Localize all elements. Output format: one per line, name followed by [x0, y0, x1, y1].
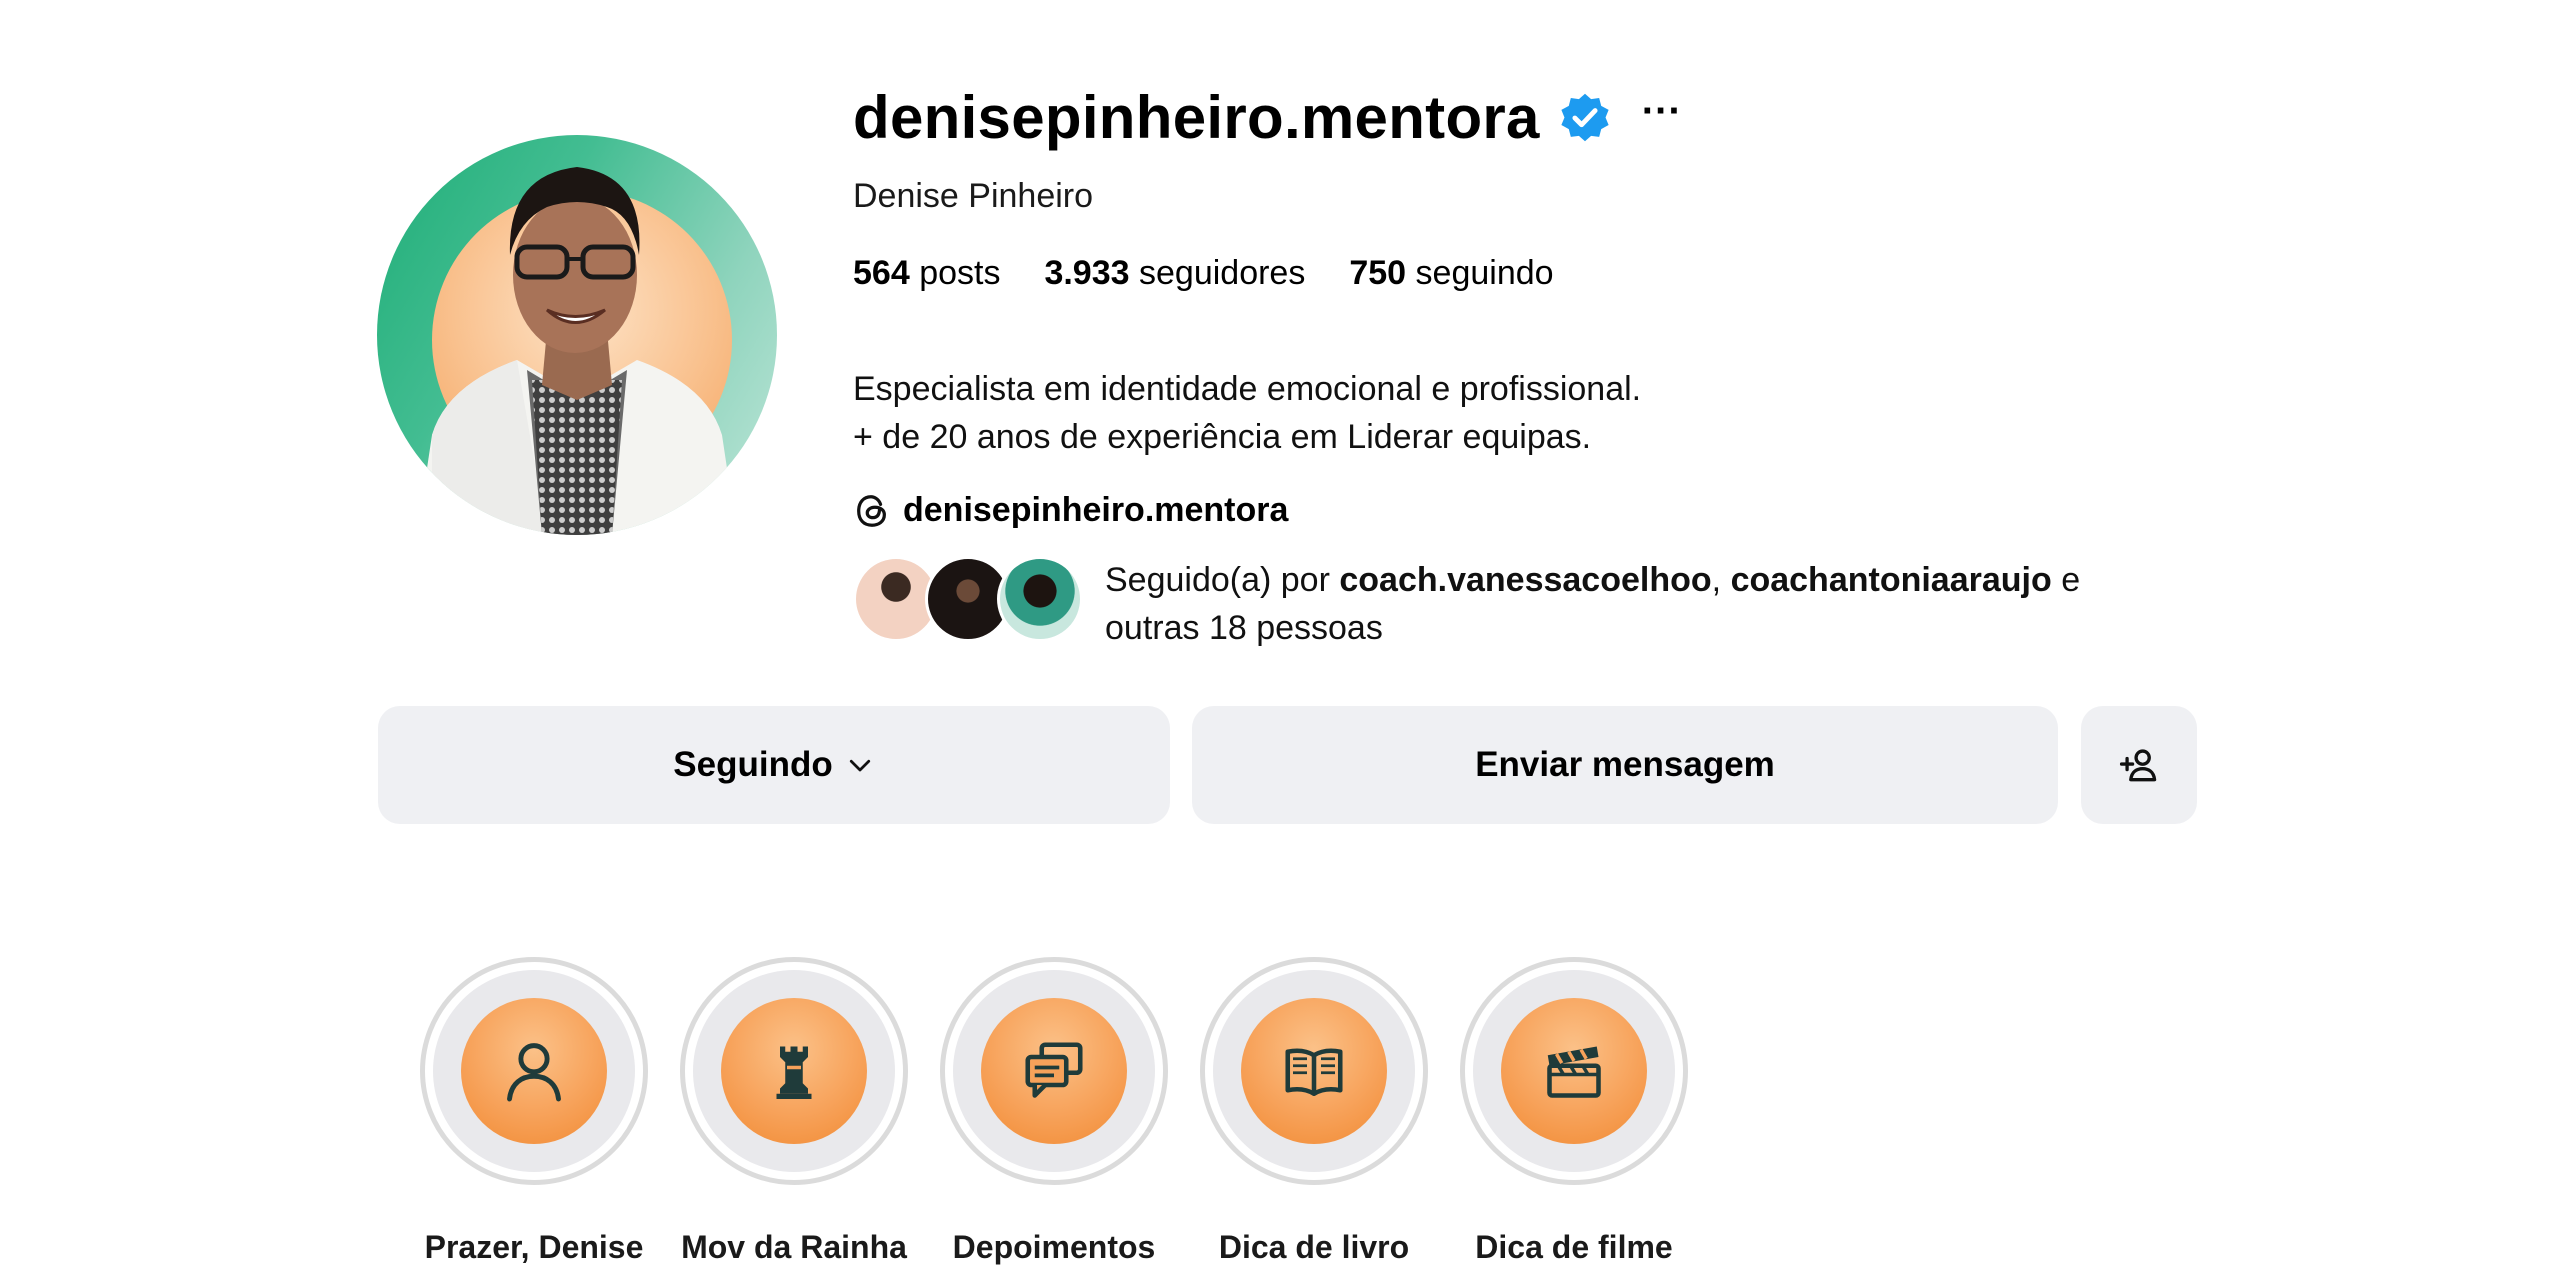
highlight-cover	[1501, 998, 1647, 1144]
send-message-label: Enviar mensagem	[1475, 745, 1775, 784]
username: denisepinheiro.mentora	[853, 84, 1540, 151]
story-highlights: Prazer, Denise Mov da Rainha Depoimentos…	[420, 957, 1688, 1266]
highlight-cover	[721, 998, 867, 1144]
avatar-portrait	[417, 167, 737, 535]
following-button-label: Seguindo	[673, 745, 833, 784]
bio: Especialista em identidade emocional e p…	[853, 365, 2153, 461]
person-icon	[507, 1043, 561, 1102]
highlight-label: Dica de filme	[1475, 1229, 1673, 1265]
following-label: seguindo	[1415, 254, 1554, 292]
bio-line: + de 20 anos de experiência em Liderar e…	[853, 418, 1592, 456]
followed-by-prefix: Seguido(a) por	[1105, 561, 1340, 599]
highlight-item[interactable]: Mov da Rainha	[680, 957, 908, 1266]
threads-handle: denisepinheiro.mentora	[903, 491, 1289, 529]
posts-stat: 564 posts	[853, 254, 1000, 293]
following-button[interactable]: Seguindo	[378, 706, 1170, 824]
followed-by-text: Seguido(a) por coach.vanessacoelhoo, coa…	[1105, 556, 2080, 652]
highlight-label: Depoimentos	[952, 1229, 1156, 1265]
followers-label: seguidores	[1139, 254, 1306, 292]
highlight-ring	[1460, 957, 1688, 1185]
highlight-ring	[420, 957, 648, 1185]
highlight-item[interactable]: Prazer, Denise	[420, 957, 648, 1266]
highlight-label: Prazer, Denise	[424, 1229, 644, 1265]
highlight-inner	[693, 970, 895, 1172]
highlight-item[interactable]: Dica de filme	[1460, 957, 1688, 1266]
highlight-item[interactable]: Depoimentos	[940, 957, 1168, 1266]
highlight-ring	[680, 957, 908, 1185]
threads-icon	[857, 494, 886, 527]
profile-stats: 564 posts 3.933 seguidores 750 seguindo	[853, 254, 2153, 293]
mutual-avatars	[853, 556, 1103, 642]
profile-info: denisepinheiro.mentora ··· Denise Pinhei…	[853, 80, 2153, 652]
add-user-button[interactable]	[2081, 706, 2197, 824]
followed-by[interactable]: Seguido(a) por coach.vanessacoelhoo, coa…	[853, 556, 2153, 652]
mutual-avatar	[997, 556, 1083, 642]
username-row: denisepinheiro.mentora ···	[853, 80, 2153, 155]
more-options-button[interactable]: ···	[1642, 91, 1682, 131]
mutual-user-link[interactable]: coachantoniaaraujo	[1731, 561, 2052, 599]
chat-bubbles-icon	[1025, 1042, 1083, 1098]
followed-by-more: outras 18 pessoas	[1105, 609, 1383, 647]
followers-stat[interactable]: 3.933 seguidores	[1044, 254, 1305, 293]
highlight-inner	[953, 970, 1155, 1172]
highlight-ring	[940, 957, 1168, 1185]
highlight-inner	[433, 970, 635, 1172]
following-count: 750	[1349, 254, 1407, 292]
highlight-cover	[981, 998, 1127, 1144]
mutual-user-link[interactable]: coach.vanessacoelhoo	[1339, 561, 1711, 599]
chess-rook-icon	[776, 1046, 812, 1099]
highlight-item[interactable]: Dica de livro	[1200, 957, 1428, 1266]
highlight-ring	[1200, 957, 1428, 1185]
highlight-inner	[1213, 970, 1415, 1172]
highlight-label: Mov da Rainha	[681, 1229, 907, 1265]
open-book-icon	[1285, 1048, 1343, 1097]
posts-count: 564	[853, 254, 910, 292]
highlight-label: Dica de livro	[1218, 1229, 1410, 1265]
bio-line: Especialista em identidade emocional e p…	[853, 370, 1642, 408]
following-stat[interactable]: 750 seguindo	[1349, 254, 1553, 293]
followers-count: 3.933	[1044, 254, 1130, 292]
posts-label: posts	[919, 254, 1001, 292]
threads-link[interactable]: denisepinheiro.mentora	[853, 491, 2153, 530]
followed-by-separator: ,	[1711, 561, 1731, 599]
followed-by-suffix: e	[2051, 561, 2081, 599]
full-name: Denise Pinheiro	[853, 177, 1094, 215]
chevron-down-icon	[849, 759, 870, 772]
highlight-cover	[461, 998, 607, 1144]
verified-badge-icon	[1561, 93, 1609, 141]
highlight-cover	[1241, 998, 1387, 1144]
profile-avatar[interactable]	[377, 135, 777, 535]
highlight-inner	[1473, 970, 1675, 1172]
clapperboard-icon	[1547, 1046, 1601, 1098]
send-message-button[interactable]: Enviar mensagem	[1192, 706, 2058, 824]
add-user-icon	[2119, 749, 2157, 782]
